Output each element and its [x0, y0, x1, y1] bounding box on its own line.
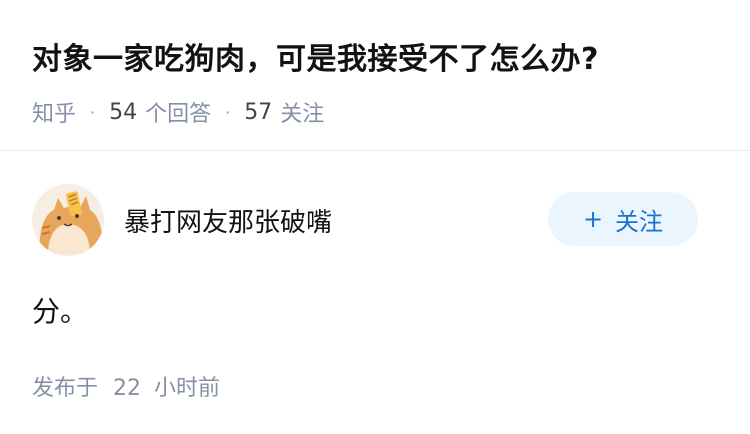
- answer-content: 分。: [32, 295, 89, 328]
- follow-user-button[interactable]: + 关注: [548, 192, 698, 246]
- publish-value: 22: [113, 376, 142, 401]
- publish-label: 发布于: [32, 376, 99, 401]
- answer-author: 暴打网友那张破嘴 + 关注: [32, 184, 718, 256]
- author-name[interactable]: 暴打网友那张破嘴: [124, 202, 332, 239]
- plus-icon: +: [582, 205, 604, 233]
- answer-count-label[interactable]: 个回答: [145, 96, 211, 128]
- separator-dot: ·: [225, 102, 231, 122]
- avatar-cat-illustration: [32, 184, 104, 256]
- question-meta: 知乎 · 54 个回答 · 57 关注: [32, 96, 324, 128]
- follow-button-label: 关注: [615, 207, 664, 236]
- separator-dot: ·: [90, 102, 96, 122]
- question-header: 对象一家吃狗肉，可是我接受不了怎么办? 知乎 · 54 个回答 · 57 关注: [0, 0, 750, 150]
- answer-count: 54: [109, 99, 138, 125]
- question-title[interactable]: 对象一家吃狗肉，可是我接受不了怎么办?: [32, 34, 599, 78]
- section-divider: [0, 150, 750, 151]
- avatar[interactable]: [32, 184, 104, 256]
- follower-count-label[interactable]: 关注: [280, 96, 324, 128]
- publish-time: 发布于 22 小时前: [32, 370, 220, 402]
- source-label[interactable]: 知乎: [32, 96, 76, 128]
- follower-count: 57: [244, 99, 273, 125]
- publish-unit: 小时前: [154, 376, 221, 401]
